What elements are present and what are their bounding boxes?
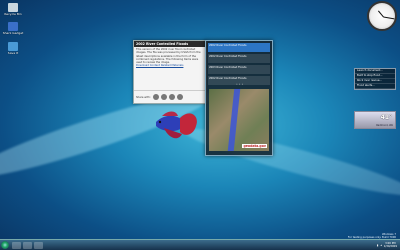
betta-fish-image — [156, 111, 197, 139]
headlines-gadget: Launch document... Built to stop flood..… — [354, 68, 396, 90]
feed-headlines-gadget: 2002 River Controlled Floods 2002 River … — [205, 40, 273, 156]
start-button[interactable] — [1, 241, 9, 249]
taskbar: ▮ ◂ 3:00 PM 1/30/2009 — [0, 239, 400, 250]
map-source-badge: geodata.gov — [242, 144, 267, 148]
share-web-icon[interactable] — [160, 94, 167, 100]
flyout-download-link[interactable]: Download Content Related Materials — [136, 64, 183, 67]
flyout-body: This version of the 2002 river flood con… — [134, 47, 206, 69]
flyout-description: This version of the 2002 river flood con… — [136, 48, 201, 65]
feed-pager[interactable]: • • • — [236, 82, 243, 86]
feed-item[interactable]: 2002 River Controlled Floods — [208, 43, 270, 52]
clock-minute-hand — [383, 16, 395, 20]
taskbar-ie-icon[interactable] — [12, 241, 21, 249]
share-more-icon[interactable] — [176, 94, 183, 100]
taskbar-media-icon[interactable] — [34, 241, 43, 249]
taskbar-explorer-icon[interactable] — [23, 241, 32, 249]
clock-gadget[interactable] — [367, 1, 397, 31]
feed-item[interactable]: 2003 River Controlled Floods — [208, 65, 270, 74]
weather-temperature: 41° — [380, 114, 392, 121]
feed-detail-flyout: 2002 River Controlled Floods This versio… — [133, 40, 207, 104]
tray-clock[interactable]: 3:00 PM 1/30/2009 — [384, 242, 397, 248]
network-icon[interactable]: ▮ — [377, 244, 378, 247]
headline-item[interactable]: Flood alerts... — [355, 84, 395, 89]
weather-gadget[interactable]: 41° Redmond, WA — [354, 111, 396, 129]
gadget-icon — [8, 22, 18, 31]
desktop-icon-save-it[interactable]: Save It — [2, 42, 24, 55]
feed-item[interactable]: 2002 River Controlled Floods — [208, 54, 270, 63]
share-email-icon[interactable] — [152, 94, 159, 100]
globe-icon — [8, 42, 18, 51]
feed-map-image: geodata.gov — [209, 89, 269, 151]
weather-location: Redmond, WA — [376, 124, 393, 127]
recycle-bin-icon — [8, 3, 18, 12]
share-label: Share with: — [136, 95, 151, 99]
share-feed-icon[interactable] — [168, 94, 175, 100]
share-bar: Share with: — [134, 90, 206, 103]
volume-icon[interactable]: ◂ — [380, 244, 381, 247]
desktop-icon-recycle-bin[interactable]: Recycle Bin — [2, 3, 24, 16]
desktop-icon-shark-gadget[interactable]: Shark Gadget — [2, 22, 24, 35]
system-tray: ▮ ◂ 3:00 PM 1/30/2009 — [377, 242, 400, 248]
